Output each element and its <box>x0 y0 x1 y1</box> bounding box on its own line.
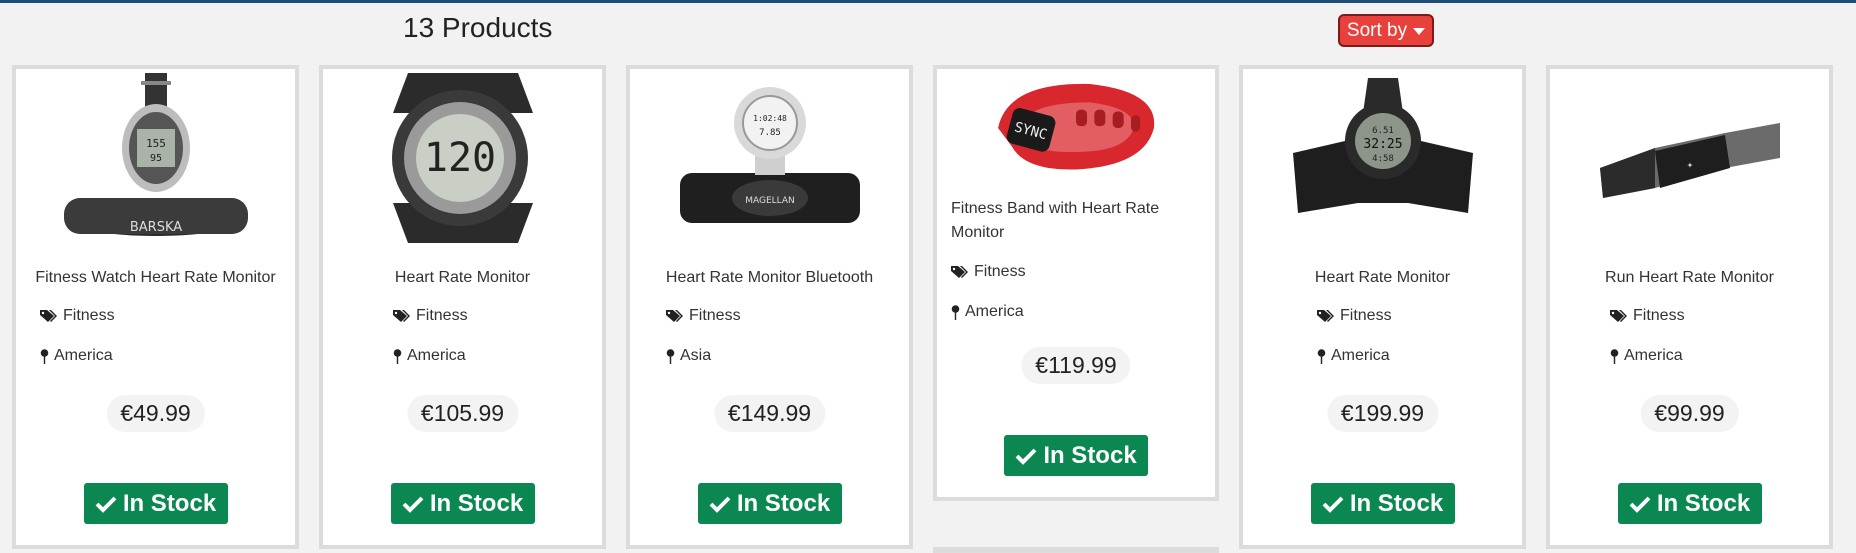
product-card[interactable]: ✦ Run Heart Rate Monitor Fitness America… <box>1546 65 1833 549</box>
category-label: Fitness <box>974 263 1026 280</box>
check-icon <box>402 496 424 513</box>
product-price: €99.99 <box>1640 395 1739 432</box>
tags-icon <box>393 310 410 322</box>
region-label: Asia <box>680 347 712 364</box>
map-pin-icon <box>951 304 960 320</box>
svg-text:BARSKA: BARSKA <box>129 220 181 235</box>
region-label: America <box>407 347 466 364</box>
stock-label: In Stock <box>1656 489 1751 517</box>
product-region: America <box>393 347 466 365</box>
in-stock-badge[interactable]: In Stock <box>83 483 228 524</box>
stock-label: In Stock <box>1349 489 1444 517</box>
product-title[interactable]: Heart Rate Monitor Bluetooth <box>630 269 909 287</box>
stock-label: In Stock <box>1043 441 1137 469</box>
red-band-image: SYNC <box>998 83 1155 170</box>
stock-label: In Stock <box>736 489 831 517</box>
product-card[interactable]: 155 95 BARSKA Fitness Watch Heart Rate M… <box>12 65 299 549</box>
category-label: Fitness <box>689 307 741 324</box>
product-card[interactable]: SYNC Fitness Band with Heart Rate Monito… <box>933 65 1219 501</box>
in-stock-badge[interactable]: In Stock <box>390 483 535 524</box>
product-category: Fitness <box>40 307 115 325</box>
in-stock-badge[interactable]: In Stock <box>697 483 842 524</box>
top-bar <box>0 0 1856 3</box>
in-stock-badge[interactable]: In Stock <box>1004 435 1148 476</box>
product-category: Fitness <box>1317 307 1392 325</box>
svg-text:1:02:48: 1:02:48 <box>753 114 787 123</box>
product-region: Asia <box>666 347 711 365</box>
tags-icon <box>666 310 683 322</box>
svg-text:155: 155 <box>146 137 166 150</box>
category-label: Fitness <box>1633 307 1685 324</box>
tags-icon <box>1610 310 1627 322</box>
region-label: America <box>1624 347 1683 364</box>
svg-text:MAGELLAN: MAGELLAN <box>745 196 795 206</box>
stock-label: In Stock <box>122 489 217 517</box>
map-pin-icon <box>393 348 402 364</box>
stock-label: In Stock <box>429 489 524 517</box>
check-icon <box>1629 496 1651 513</box>
product-price: €105.99 <box>406 395 519 432</box>
category-label: Fitness <box>63 307 115 324</box>
tags-icon <box>1317 310 1334 322</box>
sort-by-label: Sort by <box>1346 19 1408 41</box>
product-price: €199.99 <box>1326 395 1439 432</box>
product-price: €49.99 <box>106 395 205 432</box>
product-price: €119.99 <box>1021 347 1131 384</box>
barska-watch-image: 155 95 BARSKA <box>63 73 248 236</box>
product-category: Fitness <box>1610 307 1685 325</box>
tags-icon <box>951 266 968 278</box>
magellan-strap-image: MAGELLAN 1:02:48 7.85 <box>679 87 860 223</box>
chest-strap-image: ✦ <box>1599 123 1780 198</box>
check-icon <box>709 496 731 513</box>
check-icon <box>1015 448 1037 465</box>
tags-icon <box>40 310 57 322</box>
region-label: America <box>1331 347 1390 364</box>
map-pin-icon <box>666 348 675 364</box>
product-title[interactable]: Heart Rate Monitor <box>1243 269 1522 287</box>
svg-text:32:25: 32:25 <box>1363 137 1402 152</box>
svg-text:120: 120 <box>423 135 495 181</box>
product-region: America <box>951 303 1024 321</box>
product-region: America <box>1610 347 1683 365</box>
product-category: Fitness <box>666 307 741 325</box>
next-card-edge <box>933 547 1219 553</box>
garmin-watch-image: 6.51 32:25 4:58 <box>1292 78 1473 213</box>
svg-text:4:58: 4:58 <box>1372 154 1394 164</box>
check-icon <box>1322 496 1344 513</box>
product-price: €149.99 <box>713 395 826 432</box>
region-label: America <box>965 303 1024 320</box>
product-title[interactable]: Run Heart Rate Monitor <box>1550 269 1829 287</box>
map-pin-icon <box>40 348 49 364</box>
svg-text:✦: ✦ <box>1686 161 1693 170</box>
svg-text:7.85: 7.85 <box>759 128 781 138</box>
product-category: Fitness <box>951 263 1026 281</box>
product-region: America <box>40 347 113 365</box>
product-card[interactable]: MAGELLAN 1:02:48 7.85 Heart Rate Monitor… <box>626 65 913 549</box>
region-label: America <box>54 347 113 364</box>
category-label: Fitness <box>416 307 468 324</box>
map-pin-icon <box>1317 348 1326 364</box>
category-label: Fitness <box>1340 307 1392 324</box>
product-title[interactable]: Fitness Band with Heart Rate Monitor <box>951 197 1195 245</box>
product-count: 13 Products <box>403 12 553 43</box>
product-card[interactable]: 120 Heart Rate Monitor Fitness America €… <box>319 65 606 549</box>
svg-text:6.51: 6.51 <box>1372 126 1394 136</box>
product-category: Fitness <box>393 307 468 325</box>
check-icon <box>95 496 117 513</box>
caret-down-icon <box>1413 28 1426 35</box>
in-stock-badge[interactable]: In Stock <box>1310 483 1455 524</box>
product-title[interactable]: Fitness Watch Heart Rate Monitor <box>16 269 295 287</box>
product-region: America <box>1317 347 1390 365</box>
product-title[interactable]: Heart Rate Monitor <box>323 269 602 287</box>
round-watch-image: 120 <box>391 73 533 243</box>
product-card[interactable]: 6.51 32:25 4:58 Heart Rate Monitor Fitne… <box>1239 65 1526 549</box>
svg-text:95: 95 <box>149 153 161 164</box>
map-pin-icon <box>1610 348 1619 364</box>
sort-by-button[interactable]: Sort by <box>1338 14 1434 47</box>
in-stock-badge[interactable]: In Stock <box>1617 483 1762 524</box>
